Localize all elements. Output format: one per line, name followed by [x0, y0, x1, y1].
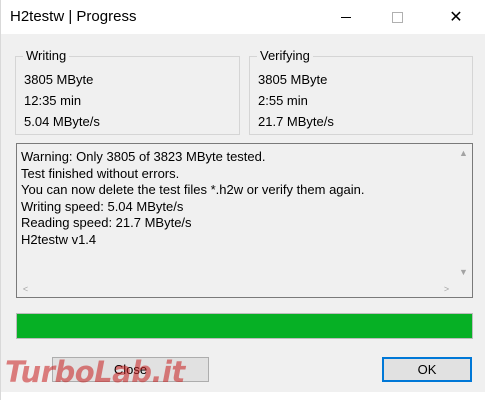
maximize-button[interactable] [374, 0, 420, 34]
progress-bar [16, 313, 473, 339]
log-line: Writing speed: 5.04 MByte/s [21, 198, 184, 214]
title-bar[interactable]: H2testw | Progress ✕ [1, 0, 485, 34]
progress-window: H2testw | Progress ✕ Writing 3805 MByte … [0, 0, 485, 400]
log-text: Warning: Only 3805 of 3823 MByte tested.… [21, 149, 365, 248]
verifying-size: 3805 MByte [258, 72, 328, 87]
maximize-icon [391, 11, 403, 23]
minimize-button[interactable] [323, 0, 369, 34]
writing-time: 12:35 min [24, 93, 82, 108]
writing-group: Writing 3805 MByte 12:35 min 5.04 MByte/… [15, 48, 240, 135]
close-icon: ✕ [449, 9, 463, 26]
scroll-right-icon[interactable]: > [438, 280, 455, 297]
close-window-button[interactable]: ✕ [433, 0, 479, 34]
log-line: Test finished without errors. [21, 165, 180, 181]
log-line: You can now delete the test files *.h2w … [21, 182, 365, 197]
scroll-up-icon[interactable]: ▲ [455, 144, 472, 161]
window-title: H2testw | Progress [10, 8, 137, 25]
scrollbar-corner [455, 280, 472, 297]
verifying-time: 2:55 min [258, 93, 308, 108]
scroll-left-icon[interactable]: < [17, 280, 34, 297]
writing-label: Writing [23, 48, 70, 63]
writing-size: 3805 MByte [24, 72, 94, 87]
bottom-strip [1, 392, 485, 400]
horizontal-scrollbar[interactable]: < > [17, 280, 455, 297]
minimize-icon [341, 16, 351, 18]
progress-fill [17, 314, 472, 338]
vertical-scrollbar[interactable]: ▲ ▼ [455, 144, 472, 280]
verifying-label: Verifying [257, 48, 313, 63]
log-line: Reading speed: 21.7 MByte/s [21, 215, 192, 230]
log-line: H2testw v1.4 [21, 231, 97, 247]
ok-button[interactable]: OK [382, 357, 472, 382]
log-line: Warning: Only 3805 of 3823 MByte tested. [21, 149, 266, 164]
verifying-speed: 21.7 MByte/s [258, 114, 334, 129]
scroll-down-icon[interactable]: ▼ [455, 263, 472, 280]
verifying-group: Verifying 3805 MByte 2:55 min 21.7 MByte… [249, 48, 473, 135]
writing-speed: 5.04 MByte/s [24, 114, 100, 129]
result-log[interactable]: Warning: Only 3805 of 3823 MByte tested.… [16, 143, 473, 298]
close-button[interactable]: Close [52, 357, 209, 382]
